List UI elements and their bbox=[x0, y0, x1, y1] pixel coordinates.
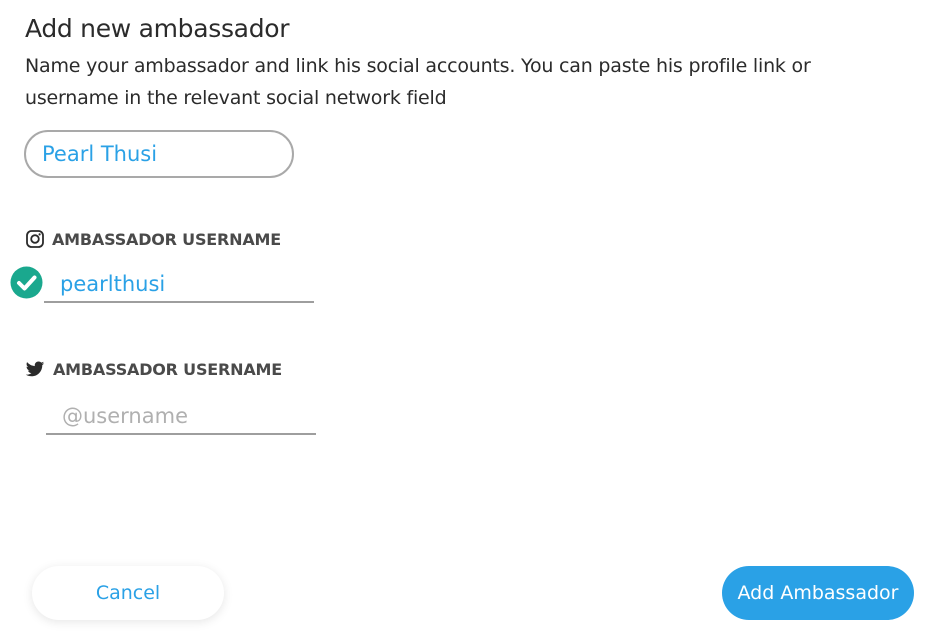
twitter-icon bbox=[25, 361, 45, 377]
dialog-description: Name your ambassador and link his social… bbox=[25, 55, 811, 109]
twitter-username-input[interactable] bbox=[46, 399, 316, 435]
ambassador-name-input[interactable] bbox=[24, 130, 294, 178]
dialog-title: Add new ambassador bbox=[25, 14, 290, 43]
check-circle-icon bbox=[10, 266, 43, 299]
cancel-button[interactable]: Cancel bbox=[32, 566, 224, 620]
twitter-label-text: AMBASSADOR USERNAME bbox=[53, 359, 282, 379]
add-ambassador-dialog: Add new ambassador Name your ambassador … bbox=[0, 0, 942, 636]
instagram-label-text: AMBASSADOR USERNAME bbox=[52, 229, 281, 249]
add-ambassador-button[interactable]: Add Ambassador bbox=[722, 566, 914, 620]
instagram-field-label: AMBASSADOR USERNAME bbox=[25, 229, 281, 249]
instagram-icon bbox=[26, 230, 44, 248]
instagram-username-input[interactable] bbox=[44, 267, 314, 303]
twitter-field-label: AMBASSADOR USERNAME bbox=[25, 359, 282, 379]
